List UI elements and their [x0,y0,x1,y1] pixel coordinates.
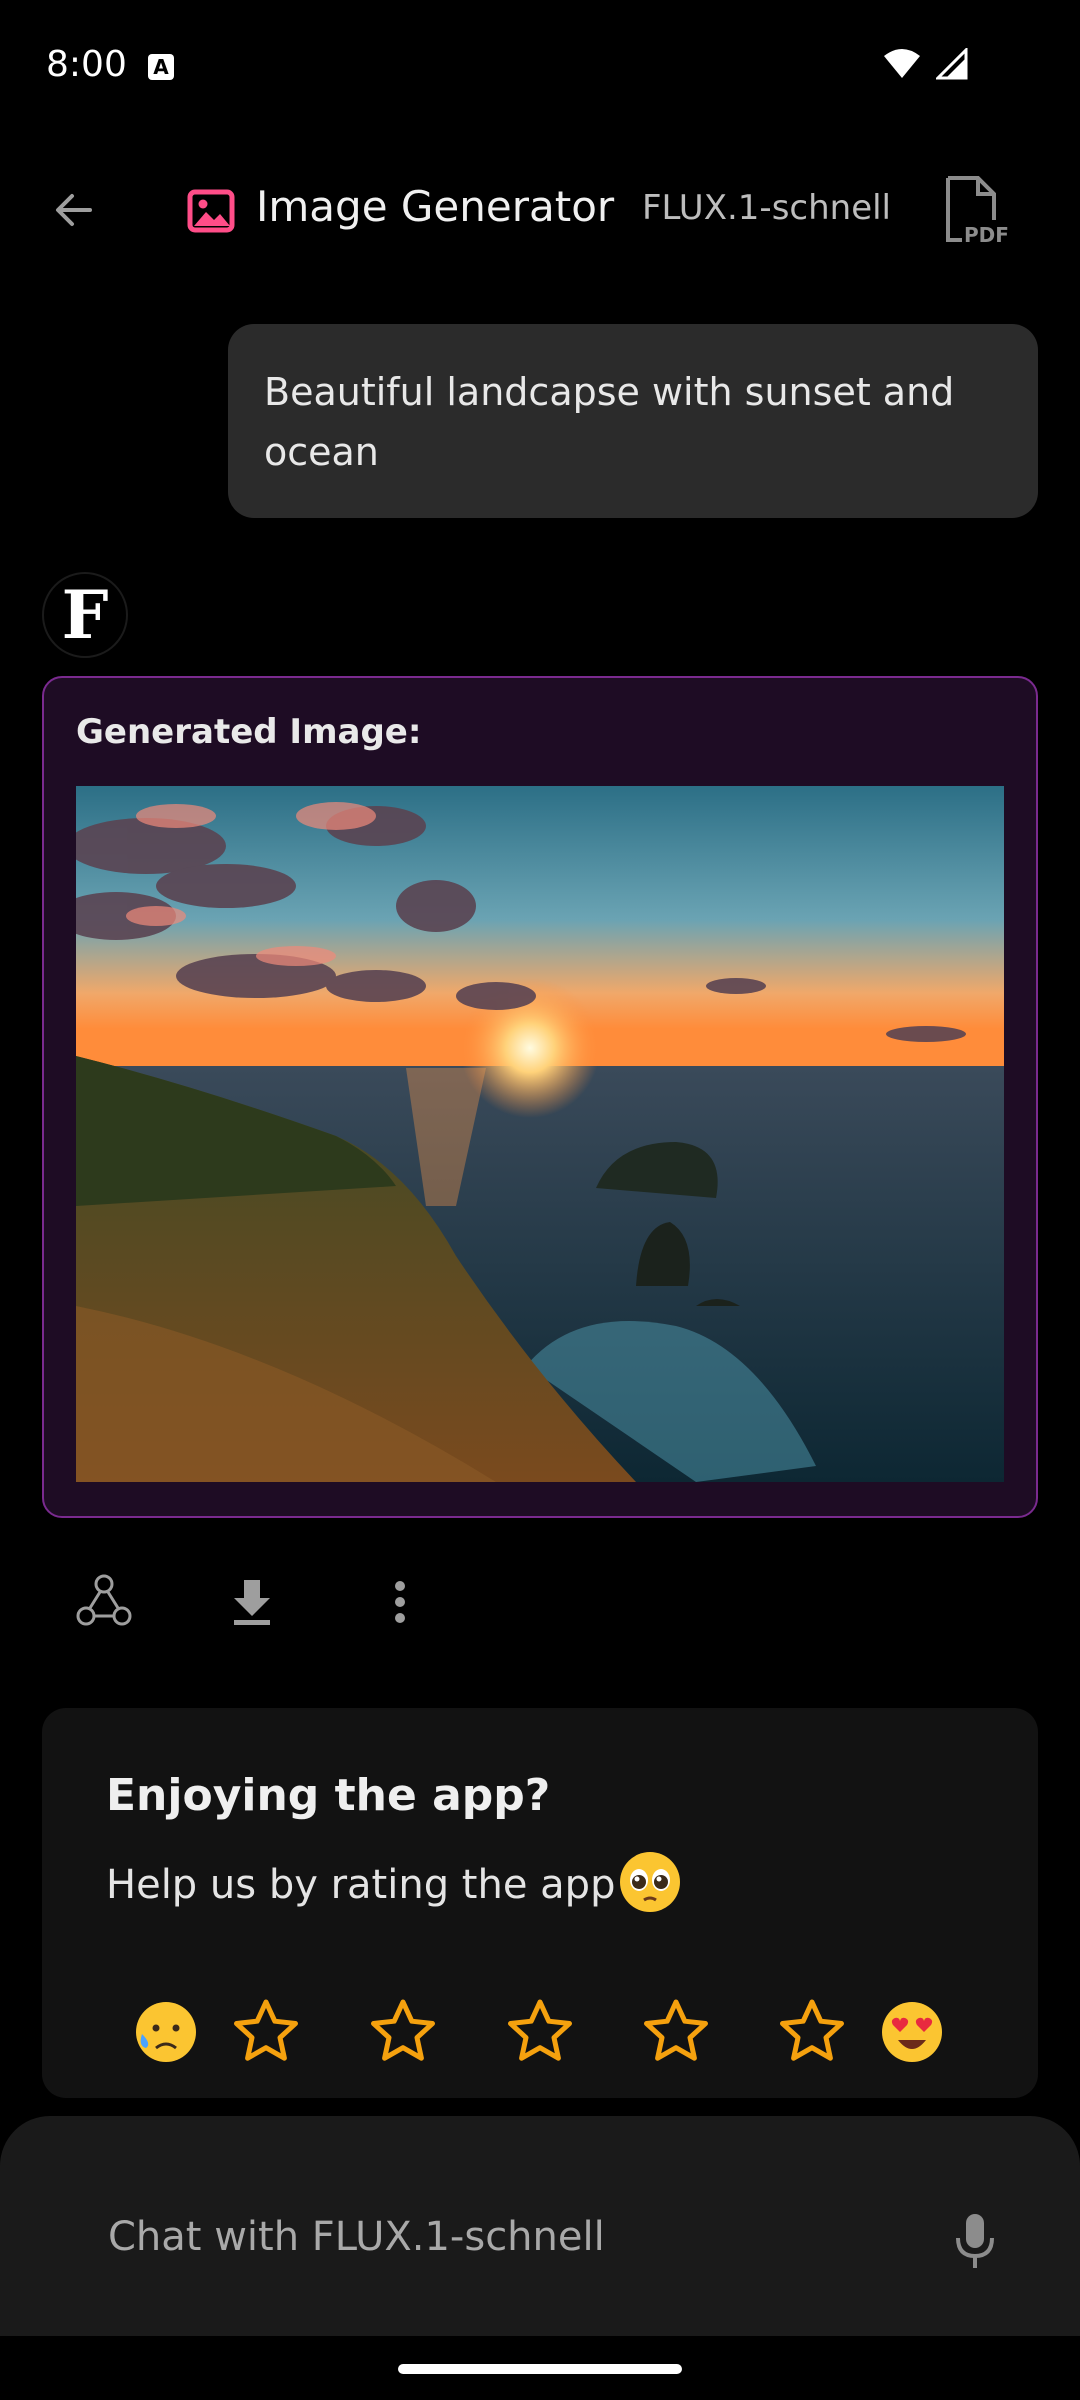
star-3[interactable] [504,1996,576,2068]
share-icon [76,1574,132,1626]
download-button[interactable] [220,1570,284,1634]
star-5[interactable] [776,1996,848,2068]
home-indicator[interactable] [398,2364,682,2374]
mic-icon [956,2214,994,2268]
star-4[interactable] [640,1996,712,2068]
pleading-face-icon [620,1852,680,1912]
signal-icon [936,48,968,80]
share-button[interactable] [72,1570,136,1634]
more-options-button[interactable] [368,1570,432,1634]
status-icons [882,48,968,80]
rating-title: Enjoying the app? [106,1770,551,1821]
generated-image-label: Generated Image: [76,712,422,752]
notification-icon: A [148,54,174,80]
download-icon [234,1580,270,1625]
back-button[interactable] [46,182,102,238]
export-pdf-button[interactable]: PDF [938,174,1009,248]
sad-face-icon[interactable] [134,2000,198,2064]
back-arrow-icon [56,194,92,226]
chat-input[interactable] [106,2204,930,2270]
model-name[interactable]: FLUX.1-schnell [642,188,891,228]
star-1[interactable] [230,1996,302,2068]
pdf-icon: PDF [946,176,1009,247]
star-2[interactable] [367,1996,439,2068]
heart-eyes-icon[interactable] [880,2000,944,2064]
user-message-text: Beautiful landcapse with sunset and ocea… [264,370,955,474]
image-icon [186,186,236,236]
mic-button[interactable] [950,2210,1000,2274]
user-message-bubble: Beautiful landcapse with sunset and ocea… [228,324,1038,518]
status-time: 8:00 [46,44,127,85]
generated-image[interactable] [76,786,1004,1482]
page-title: Image Generator [256,182,615,231]
bot-avatar: F [42,572,128,658]
rating-subtitle: Help us by rating the app [106,1862,616,1908]
svg-text:PDF: PDF [964,223,1008,247]
wifi-icon [884,49,920,78]
more-vert-icon [395,1581,405,1623]
